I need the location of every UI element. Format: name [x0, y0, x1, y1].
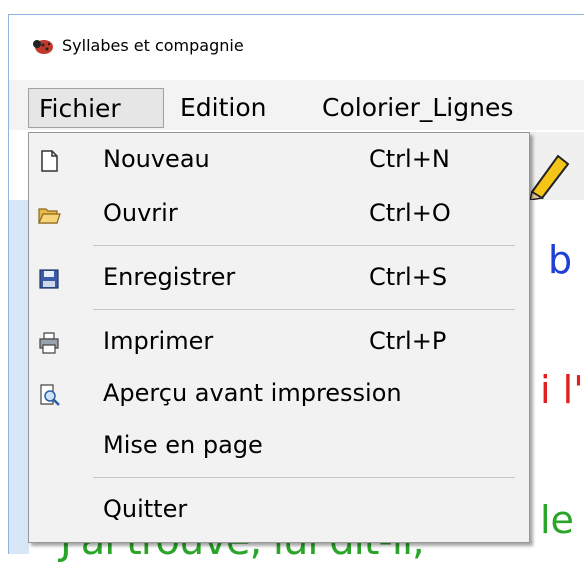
menu-item-label: Nouveau: [103, 145, 210, 173]
menu-item-label: Imprimer: [103, 327, 214, 355]
new-file-icon: [41, 150, 58, 172]
window-title: Syllabes et compagnie: [62, 36, 244, 55]
menu-separator: [93, 309, 515, 310]
open-folder-icon: [38, 208, 61, 224]
menu-item-shortcut: Ctrl+N: [369, 145, 450, 173]
menu-item-enregistrer[interactable]: Enregistrer Ctrl+S: [29, 255, 529, 303]
menu-item-label: Ouvrir: [103, 199, 178, 227]
menu-item-mise-en-page[interactable]: Mise en page: [29, 423, 529, 471]
menu-item-label: Quitter: [103, 495, 188, 523]
menu-item-apercu[interactable]: Aperçu avant impression: [29, 371, 529, 419]
document-margin: [9, 200, 29, 554]
menu-colorier-lignes[interactable]: Colorier_Lignes: [312, 88, 523, 128]
menu-separator: [93, 245, 515, 246]
document-text-red: i l': [540, 368, 584, 412]
menu-item-label: Enregistrer: [103, 263, 236, 291]
menu-edition[interactable]: Edition: [170, 88, 277, 128]
print-preview-icon: [40, 384, 60, 406]
fichier-dropdown-menu: Nouveau Ctrl+N Ouvrir Ctrl+O Enregistrer…: [28, 132, 530, 543]
menu-item-nouveau[interactable]: Nouveau Ctrl+N: [29, 137, 529, 185]
menu-item-imprimer[interactable]: Imprimer Ctrl+P: [29, 319, 529, 367]
ladybug-icon: [33, 40, 53, 54]
menu-item-shortcut: Ctrl+S: [369, 263, 448, 291]
document-text-green: le: [540, 498, 574, 542]
menu-item-shortcut: Ctrl+P: [369, 327, 447, 355]
printer-icon: [39, 332, 59, 354]
document-text-blue: b: [548, 238, 573, 282]
menu-fichier[interactable]: Fichier: [28, 88, 164, 128]
menu-item-quitter[interactable]: Quitter: [29, 487, 529, 535]
menu-item-ouvrir[interactable]: Ouvrir Ctrl+O: [29, 191, 529, 239]
floppy-save-icon: [39, 269, 59, 289]
pencil-icon[interactable]: [528, 148, 572, 200]
menu-item-label: Mise en page: [103, 431, 263, 459]
menu-item-shortcut: Ctrl+O: [369, 199, 451, 227]
menu-separator: [93, 477, 515, 478]
menu-item-label: Aperçu avant impression: [103, 379, 402, 407]
